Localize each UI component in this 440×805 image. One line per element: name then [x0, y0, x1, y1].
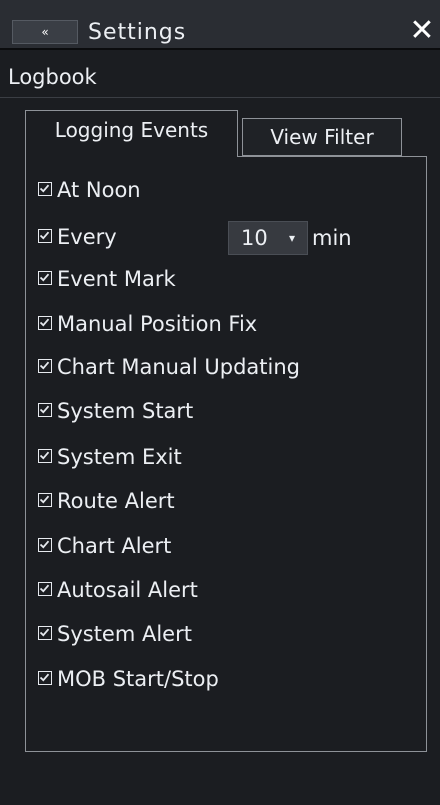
double-chevron-left-icon: « — [41, 25, 49, 39]
interval-dropdown[interactable]: 10 ▾ — [228, 221, 308, 255]
close-icon: ✕ — [409, 13, 435, 48]
tab-logging-events[interactable]: Logging Events — [25, 110, 238, 157]
checkbox-icon[interactable] — [38, 182, 52, 196]
checkbox-icon[interactable] — [38, 449, 52, 463]
event-checkbox-item[interactable]: Manual Position Fix — [38, 308, 257, 340]
tab-view-filter[interactable]: View Filter — [242, 118, 402, 156]
event-checkbox-item[interactable]: Route Alert — [38, 485, 175, 517]
checkbox-icon[interactable] — [38, 671, 52, 685]
event-checkbox-item[interactable]: At Noon — [38, 174, 141, 206]
title-bar: « Settings ✕ — [0, 0, 440, 48]
section-divider — [0, 97, 440, 98]
interval-value: 10 — [241, 226, 268, 250]
checkbox-icon[interactable] — [38, 229, 52, 243]
event-label: Event Mark — [57, 267, 176, 291]
chevron-down-icon: ▾ — [289, 231, 296, 245]
event-label: System Start — [57, 399, 194, 423]
event-label: Autosail Alert — [57, 578, 198, 602]
checkbox-icon[interactable] — [38, 359, 52, 373]
event-checkbox-item[interactable]: Chart Manual Updating — [38, 351, 300, 383]
event-label: System Alert — [57, 622, 192, 646]
event-label: Route Alert — [57, 489, 175, 513]
event-label: MOB Start/Stop — [57, 667, 219, 691]
close-button[interactable]: ✕ — [407, 16, 437, 46]
event-label: Chart Manual Updating — [57, 355, 300, 379]
event-label: Every — [57, 225, 117, 249]
event-label: Manual Position Fix — [57, 312, 258, 336]
event-checkbox-item[interactable]: MOB Start/Stop — [38, 663, 219, 695]
checkbox-icon[interactable] — [38, 403, 52, 417]
event-checkbox-item[interactable]: Every — [38, 221, 117, 253]
event-checkbox-item[interactable]: Autosail Alert — [38, 574, 198, 606]
event-checkbox-item[interactable]: Chart Alert — [38, 530, 171, 562]
event-checkbox-item[interactable]: System Exit — [38, 441, 182, 473]
section-title: Logbook — [8, 65, 97, 89]
event-label: Chart Alert — [57, 534, 172, 558]
checkbox-icon[interactable] — [38, 538, 52, 552]
checkbox-icon[interactable] — [38, 316, 52, 330]
checkbox-icon[interactable] — [38, 582, 52, 596]
checkbox-icon[interactable] — [38, 271, 52, 285]
interval-unit: min — [312, 226, 352, 250]
event-label: At Noon — [57, 178, 141, 202]
checkbox-icon[interactable] — [38, 493, 52, 507]
checkbox-icon[interactable] — [38, 626, 52, 640]
event-checkbox-item[interactable]: System Start — [38, 395, 193, 427]
collapse-button[interactable]: « — [12, 20, 78, 44]
event-label: System Exit — [57, 445, 182, 469]
event-checkbox-item[interactable]: System Alert — [38, 618, 192, 650]
title-divider — [0, 48, 440, 50]
window-title: Settings — [88, 20, 187, 45]
event-checkbox-item[interactable]: Event Mark — [38, 263, 176, 295]
